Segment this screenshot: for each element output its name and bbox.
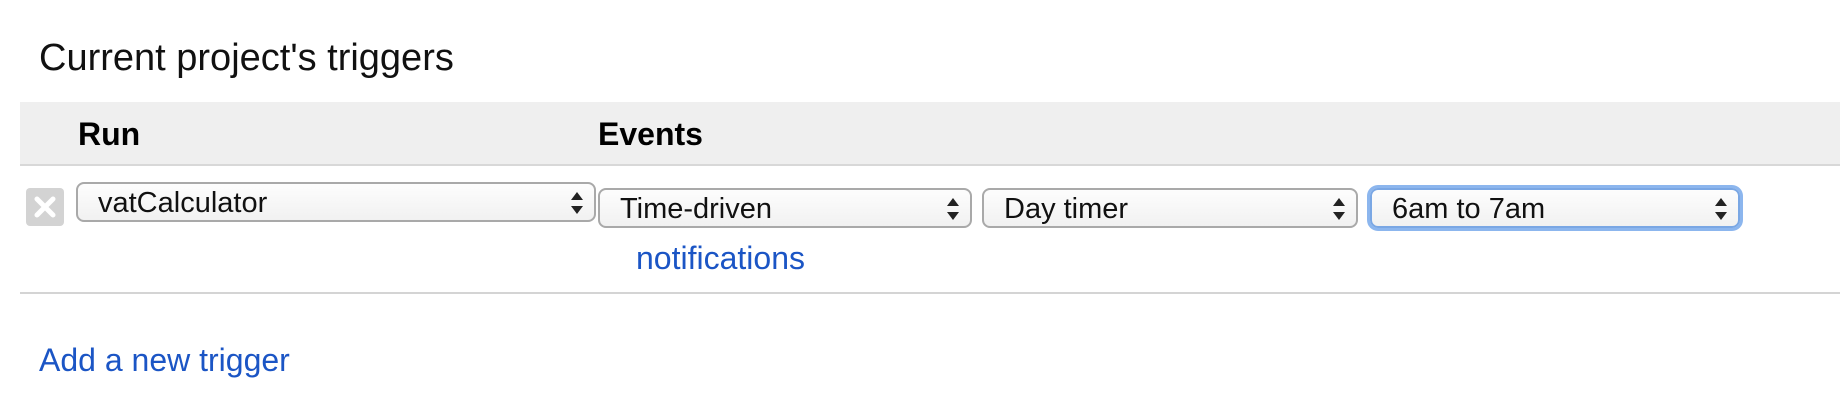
event-source-value: Time-driven — [620, 193, 773, 225]
run-column-header: Run — [78, 116, 141, 152]
triggers-page: Current project's triggers Run Events va… — [0, 0, 1840, 418]
updown-arrows-icon — [947, 198, 959, 220]
run-function-select[interactable]: vatCalculator — [76, 182, 596, 222]
events-column-header: Events — [598, 116, 703, 152]
add-trigger-link[interactable]: Add a new trigger — [39, 340, 290, 380]
trigger-row: vatCalculator Time-driven Day timer 6am … — [20, 166, 1840, 294]
event-source-select[interactable]: Time-driven — [598, 188, 972, 228]
time-of-day-select[interactable]: 6am to 7am — [1370, 188, 1740, 228]
updown-arrows-icon — [1715, 198, 1727, 220]
time-of-day-value: 6am to 7am — [1392, 193, 1546, 225]
triggers-table-header: Run Events — [20, 102, 1840, 166]
page-title: Current project's triggers — [39, 37, 454, 79]
updown-arrows-icon — [571, 192, 583, 214]
timer-type-value: Day timer — [1004, 193, 1129, 225]
timer-type-select[interactable]: Day timer — [982, 188, 1358, 228]
notifications-link[interactable]: notifications — [636, 238, 805, 278]
updown-arrows-icon — [1333, 198, 1345, 220]
delete-trigger-button[interactable] — [26, 188, 64, 226]
close-icon — [34, 196, 56, 218]
run-function-value: vatCalculator — [98, 187, 268, 219]
